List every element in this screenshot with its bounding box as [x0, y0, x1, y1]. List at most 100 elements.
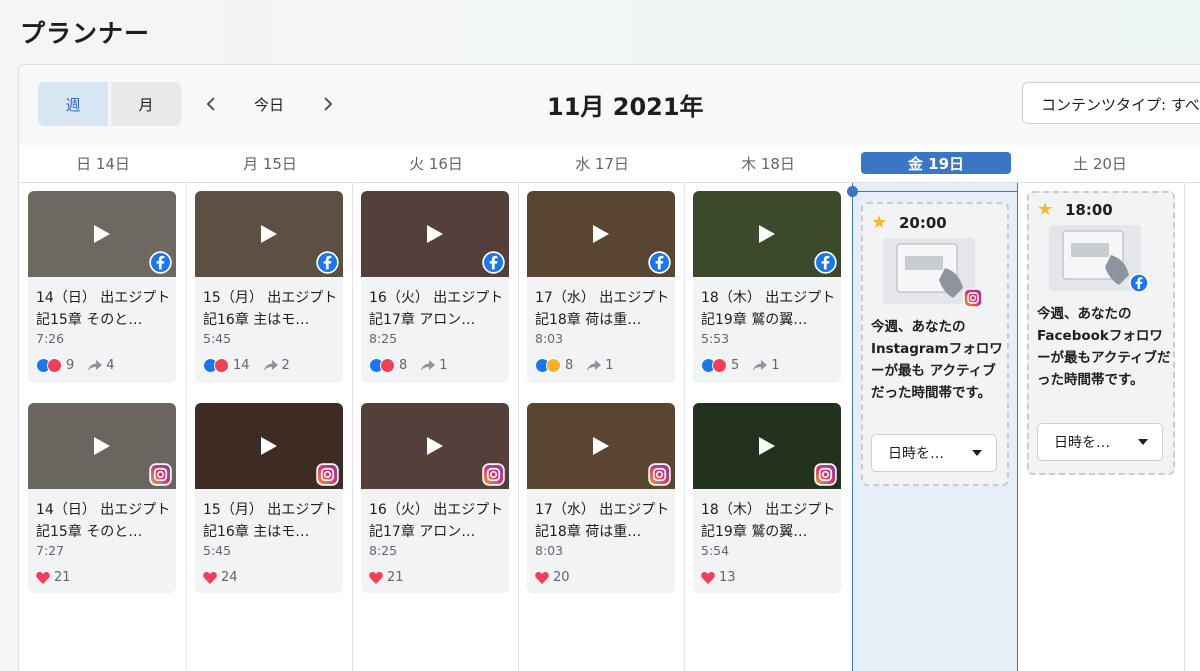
reactions-icon [369, 358, 395, 373]
sparkle-icon: ★ [871, 212, 888, 233]
like-count: 20 [553, 570, 570, 585]
column-divider [186, 183, 187, 671]
play-icon [94, 225, 110, 243]
content-type-filter[interactable]: コンテンツタイプ: すべて [1022, 82, 1200, 124]
schedule-datetime-label: 日時を… [1054, 435, 1110, 451]
previous-week-button[interactable] [196, 87, 226, 121]
instagram-post-card[interactable]: 15（月） 出エジプト記16章 主はモ… 5:45 24 [195, 403, 343, 593]
next-week-button[interactable] [313, 87, 343, 121]
share-icon [587, 359, 602, 371]
like-count: 21 [54, 570, 71, 585]
play-icon [427, 437, 443, 455]
suggested-time: 18:00 [1065, 201, 1113, 219]
instagram-post-card[interactable]: 16（火） 出エジプト記17章 アロン… 8:25 21 [361, 403, 509, 593]
facebook-post-card[interactable]: 15（月） 出エジプト記16章 主はモ… 5:45 14 2 [195, 191, 343, 383]
video-duration: 5:54 [701, 543, 730, 558]
column-divider [518, 183, 519, 671]
column-divider [684, 183, 685, 671]
video-duration: 5:53 [701, 331, 730, 346]
love-reaction-icon [214, 358, 229, 373]
post-stats: 20 [535, 570, 570, 585]
post-stats: 81 [535, 358, 614, 373]
facebook-icon [482, 251, 505, 274]
current-time-marker [847, 186, 858, 197]
page-title: プランナー [20, 19, 151, 48]
play-icon [593, 225, 609, 243]
post-title: 18（木） 出エジプト記19章 鷲の翼… [701, 290, 836, 328]
share-icon [88, 359, 103, 371]
best-time-suggestion-facebook: ★ 18:00 今週、あなたのFacebookフォロワーが最もアクティブだった時… [1027, 191, 1175, 475]
share-count: 1 [439, 358, 448, 373]
instagram-icon [814, 463, 837, 486]
instagram-icon [149, 463, 172, 486]
day-header-fri: 金 19日 [861, 152, 1011, 174]
post-stats: 94 [36, 358, 115, 373]
play-icon [427, 225, 443, 243]
column-divider [1184, 183, 1185, 671]
suggestion-text: 今週、あなたのInstagramフォロワーが最も アクティブだった時間帯です。 [871, 319, 1003, 401]
month-title: 11月 2021年 [547, 93, 704, 121]
today-button[interactable]: 今日 [241, 87, 297, 121]
instagram-post-card[interactable]: 14（日） 出エジプト記15章 そのと… 7:27 21 [28, 403, 176, 593]
share-count: 4 [106, 358, 115, 373]
heart-icon [203, 572, 217, 584]
week-view-button[interactable]: 週 [38, 82, 108, 126]
video-duration: 7:27 [36, 543, 65, 558]
facebook-post-card[interactable]: 18（木） 出エジプト記19章 鷲の翼… 5:53 5 1 [693, 191, 841, 383]
post-title: 17（水） 出エジプト記18章 荷は重… [535, 502, 670, 540]
facebook-icon [814, 251, 837, 274]
reaction-count: 8 [399, 358, 408, 373]
facebook-icon [316, 251, 339, 274]
toolbar: 週 月 今日 11月 2021年 コンテンツタイプ: すべて [19, 65, 1200, 145]
month-view-button[interactable]: 月 [111, 82, 181, 126]
heart-icon [535, 572, 549, 584]
chevron-right-icon [324, 97, 333, 111]
video-duration: 8:03 [535, 543, 564, 558]
column-divider [352, 183, 353, 671]
post-stats: 21 [369, 570, 404, 585]
instagram-post-card[interactable]: 17（水） 出エジプト記18章 荷は重… 8:03 20 [527, 403, 675, 593]
love-reaction-icon [380, 358, 395, 373]
suggestion-text: 今週、あなたのFacebookフォロワーが最もアクティブだった時間帯です。 [1037, 306, 1171, 388]
reaction-count: 9 [66, 358, 75, 373]
reactions-icon [701, 358, 727, 373]
post-title: 18（木） 出エジプト記19章 鷲の翼… [701, 502, 836, 540]
video-duration: 8:25 [369, 331, 398, 346]
video-duration: 8:03 [535, 331, 564, 346]
day-header-tue: 火 16日 [409, 154, 463, 173]
chevron-left-icon [206, 97, 215, 111]
love-reaction-icon [47, 358, 62, 373]
phone-illustration [1049, 225, 1141, 291]
day-header-row: 日 14日 月 15日 火 16日 水 17日 木 18日 金 19日 土 20… [19, 145, 1200, 183]
share-count: 1 [771, 358, 780, 373]
reactions-icon [535, 358, 561, 373]
post-title: 17（水） 出エジプト記18章 荷は重… [535, 290, 670, 328]
care-reaction-icon [546, 358, 561, 373]
reaction-count: 5 [731, 358, 740, 373]
day-header-wed: 水 17日 [575, 154, 629, 173]
schedule-datetime-button[interactable]: 日時を… [871, 434, 997, 472]
post-stats: 81 [369, 358, 448, 373]
facebook-icon [648, 251, 671, 274]
facebook-icon [1129, 273, 1149, 293]
schedule-datetime-button[interactable]: 日時を… [1037, 423, 1163, 461]
facebook-post-card[interactable]: 16（火） 出エジプト記17章 アロン… 8:25 8 1 [361, 191, 509, 383]
facebook-post-card[interactable]: 14（日） 出エジプト記15章 そのと… 7:26 9 4 [28, 191, 176, 383]
day-header-thu: 木 18日 [741, 154, 795, 173]
share-icon [421, 359, 436, 371]
heart-icon [701, 572, 715, 584]
play-icon [261, 225, 277, 243]
play-icon [593, 437, 609, 455]
suggested-time: 20:00 [899, 214, 947, 232]
instagram-icon [648, 463, 671, 486]
caret-down-icon [972, 450, 982, 456]
schedule-datetime-label: 日時を… [888, 446, 944, 462]
video-duration: 5:45 [203, 543, 232, 558]
like-count: 24 [221, 570, 238, 585]
instagram-post-card[interactable]: 18（木） 出エジプト記19章 鷲の翼… 5:54 13 [693, 403, 841, 593]
video-duration: 8:25 [369, 543, 398, 558]
like-count: 13 [719, 570, 736, 585]
play-icon [261, 437, 277, 455]
day-header-sun: 日 14日 [76, 154, 130, 173]
facebook-post-card[interactable]: 17（水） 出エジプト記18章 荷は重… 8:03 8 1 [527, 191, 675, 383]
